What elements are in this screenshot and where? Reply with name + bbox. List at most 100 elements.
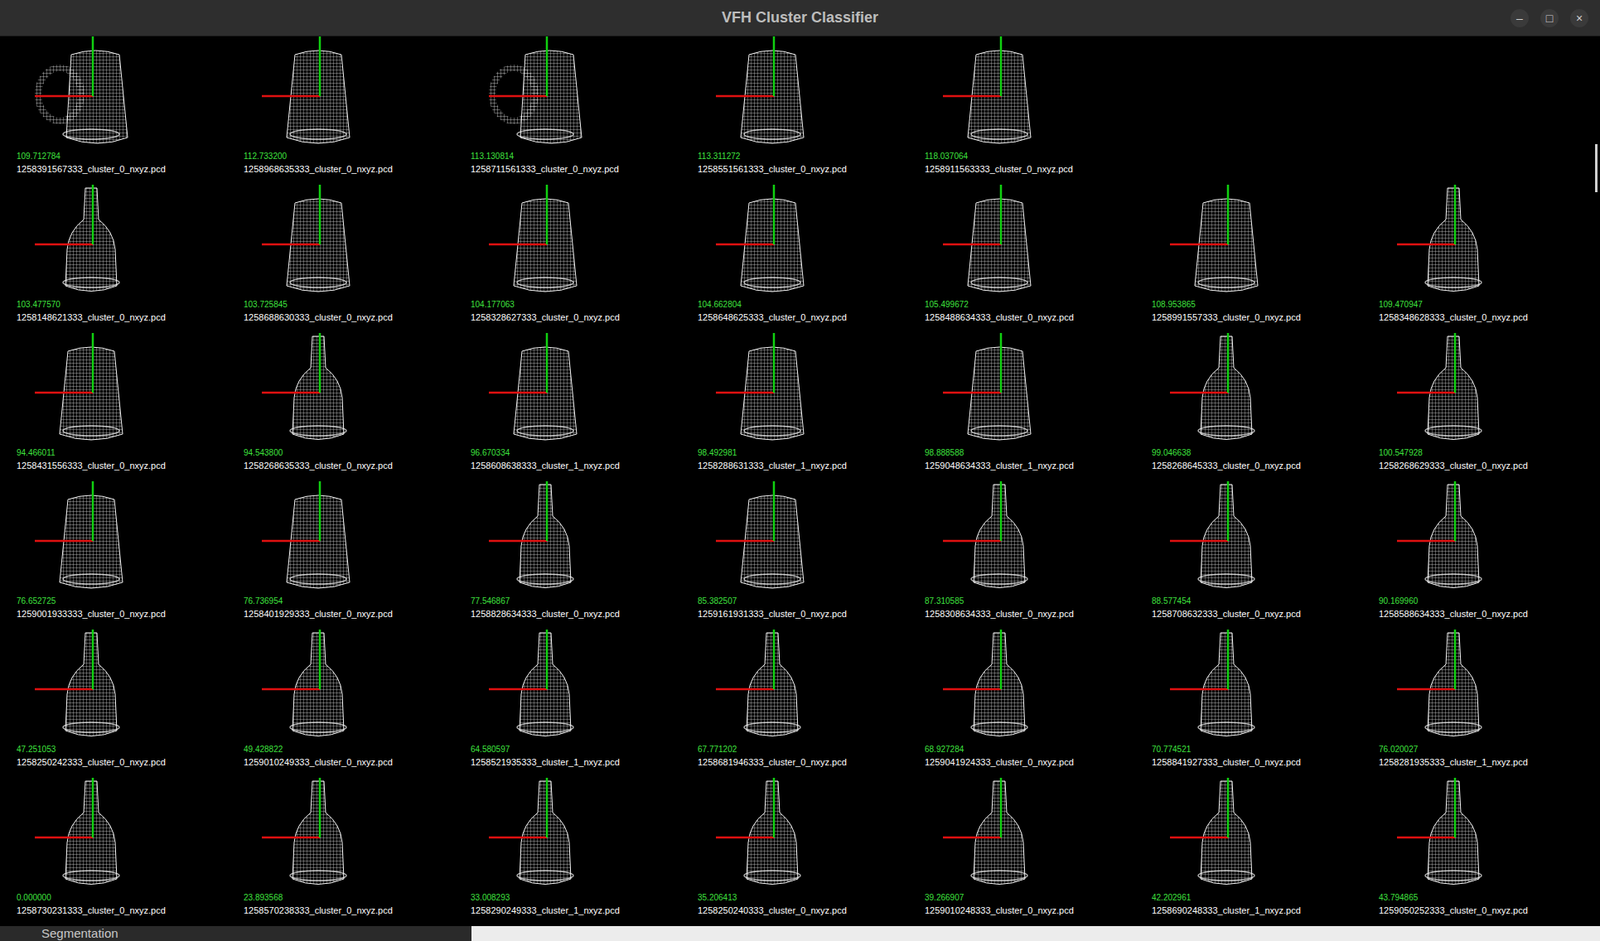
- cluster-cell[interactable]: 33.0082931258290249333_cluster_1_nxyz.pc…: [454, 778, 682, 927]
- cluster-cell[interactable]: 77.5468671258828634333_cluster_0_nxyz.pc…: [454, 481, 682, 630]
- scrollbar[interactable]: [1591, 36, 1600, 927]
- point-cloud-icon: [697, 778, 847, 893]
- cluster-score: 104.662804: [681, 299, 909, 311]
- point-cloud-icon: [16, 333, 166, 448]
- cluster-score: 105.499672: [908, 299, 1136, 311]
- cluster-file: 1259050252333_cluster_0_nxyz.pcd: [1362, 903, 1590, 918]
- cluster-cell[interactable]: 104.1770631258328627333_cluster_0_nxyz.p…: [454, 184, 682, 334]
- cluster-cell[interactable]: 67.7712021258681946333_cluster_0_nxyz.pc…: [681, 629, 909, 779]
- cluster-cell[interactable]: 98.8885881259048634333_cluster_1_nxyz.pc…: [908, 333, 1136, 482]
- app-window: VFH Cluster Classifier–□×109.71278412583…: [0, 0, 1600, 941]
- cluster-file: 1259041924333_cluster_0_nxyz.pcd: [908, 755, 1136, 769]
- cluster-cell[interactable]: 113.1308141258711561333_cluster_0_nxyz.p…: [454, 36, 682, 185]
- point-cloud-icon: [924, 629, 1074, 745]
- cluster-cell[interactable]: 100.5479281258268629333_cluster_0_nxyz.p…: [1362, 333, 1590, 482]
- cluster-cell[interactable]: 42.2029611258690248333_cluster_1_nxyz.pc…: [1135, 778, 1363, 927]
- cluster-score: 96.670334: [454, 447, 682, 460]
- cluster-cell[interactable]: 94.5438001258268635333_cluster_0_nxyz.pc…: [227, 333, 455, 482]
- cluster-file: 1258391567333_cluster_0_nxyz.pcd: [0, 162, 228, 176]
- cluster-file: 1259161931333_cluster_0_nxyz.pcd: [681, 607, 909, 621]
- point-cloud-icon: [243, 629, 393, 745]
- cluster-score: 70.774521: [1135, 744, 1363, 756]
- cluster-score: 98.888588: [908, 447, 1136, 460]
- point-cloud-icon: [1151, 629, 1301, 745]
- cluster-cell[interactable]: 35.2064131258250240333_cluster_0_nxyz.pc…: [681, 778, 909, 927]
- cluster-cell[interactable]: 76.6527251259001933333_cluster_0_nxyz.pc…: [0, 481, 228, 630]
- cluster-cell[interactable]: 105.4996721258488634333_cluster_0_nxyz.p…: [908, 184, 1136, 334]
- cluster-cell[interactable]: 49.4288221259010249333_cluster_0_nxyz.pc…: [227, 629, 455, 779]
- cluster-cell[interactable]: 0.0000001258730231333_cluster_0_nxyz.pcd: [0, 778, 228, 927]
- cluster-score: 76.020027: [1362, 744, 1590, 756]
- cluster-file: 1258688630333_cluster_0_nxyz.pcd: [227, 310, 455, 324]
- cluster-cell[interactable]: 113.3112721258551561333_cluster_0_nxyz.p…: [681, 36, 909, 185]
- cluster-score: 47.251053: [0, 744, 228, 756]
- point-cloud-icon: [470, 481, 620, 596]
- cluster-cell[interactable]: 87.3105851258308634333_cluster_0_nxyz.pc…: [908, 481, 1136, 630]
- point-cloud-icon: [16, 778, 166, 893]
- cluster-score: 90.169960: [1362, 595, 1590, 608]
- cluster-score: 64.580597: [454, 744, 682, 756]
- cluster-cell[interactable]: 98.4929811258288631333_cluster_1_nxyz.pc…: [681, 333, 909, 482]
- cluster-file: 1258288631333_cluster_1_nxyz.pcd: [681, 459, 909, 473]
- results-canvas: 109.7127841258391567333_cluster_0_nxyz.p…: [0, 36, 1600, 927]
- point-cloud-icon: [697, 36, 847, 151]
- cluster-file: 1258681946333_cluster_0_nxyz.pcd: [681, 755, 909, 769]
- point-cloud-icon: [1378, 333, 1528, 448]
- point-cloud-icon: [1151, 184, 1301, 300]
- cluster-score: 76.652725: [0, 595, 228, 608]
- point-cloud-icon: [697, 333, 847, 448]
- segmentation-tab[interactable]: Segmentation: [41, 926, 119, 941]
- cluster-cell[interactable]: 88.5774541258708632333_cluster_0_nxyz.pc…: [1135, 481, 1363, 630]
- cluster-cell[interactable]: 90.1699601258588634333_cluster_0_nxyz.pc…: [1362, 481, 1590, 630]
- point-cloud-icon: [1378, 778, 1528, 893]
- window-control-button[interactable]: ×: [1570, 9, 1589, 28]
- cluster-file: 1259048634333_cluster_1_nxyz.pcd: [908, 459, 1136, 473]
- cluster-cell[interactable]: 108.9538651258991557333_cluster_0_nxyz.p…: [1135, 184, 1363, 334]
- cluster-cell[interactable]: 99.0466381258268645333_cluster_0_nxyz.pc…: [1135, 333, 1363, 482]
- point-cloud-icon: [243, 333, 393, 448]
- cluster-file: 1258250240333_cluster_0_nxyz.pcd: [681, 903, 909, 918]
- cluster-cell[interactable]: 103.7258451258688630333_cluster_0_nxyz.p…: [227, 184, 455, 334]
- status-bar: Segmentation: [0, 926, 1600, 941]
- cluster-score: 35.206413: [681, 892, 909, 904]
- point-cloud-icon: [1151, 333, 1301, 448]
- cluster-cell[interactable]: 112.7332001258968635333_cluster_0_nxyz.p…: [227, 36, 455, 185]
- cluster-cell[interactable]: 39.2669071259010248333_cluster_0_nxyz.pc…: [908, 778, 1136, 927]
- cluster-cell[interactable]: 103.4775701258148621333_cluster_0_nxyz.p…: [0, 184, 228, 334]
- cluster-score: 98.492981: [681, 447, 909, 460]
- cluster-cell[interactable]: 94.4660111258431556333_cluster_0_nxyz.pc…: [0, 333, 228, 482]
- point-cloud-icon: [16, 36, 166, 151]
- point-cloud-icon: [697, 481, 847, 596]
- cluster-file: 1258521935333_cluster_1_nxyz.pcd: [454, 755, 682, 769]
- cluster-cell[interactable]: 23.8935681258570238333_cluster_0_nxyz.pc…: [227, 778, 455, 927]
- cluster-cell[interactable]: 104.6628041258648625333_cluster_0_nxyz.p…: [681, 184, 909, 334]
- cluster-score: 118.037064: [908, 150, 1136, 163]
- cluster-cell[interactable]: 64.5805971258521935333_cluster_1_nxyz.pc…: [454, 629, 682, 779]
- cluster-file: 1258290249333_cluster_1_nxyz.pcd: [454, 903, 682, 918]
- cluster-score: 94.466011: [0, 447, 228, 460]
- cluster-cell[interactable]: 85.3825071259161931333_cluster_0_nxyz.pc…: [681, 481, 909, 630]
- cluster-cell[interactable]: 76.0200271258281935333_cluster_1_nxyz.pc…: [1362, 629, 1590, 779]
- point-cloud-icon: [924, 184, 1074, 300]
- cluster-cell[interactable]: 109.7127841258391567333_cluster_0_nxyz.p…: [0, 36, 228, 185]
- cluster-cell[interactable]: 76.7369541258401929333_cluster_0_nxyz.pc…: [227, 481, 455, 630]
- cluster-cell[interactable]: 47.2510531258250242333_cluster_0_nxyz.pc…: [0, 629, 228, 779]
- cluster-score: 99.046638: [1135, 447, 1363, 460]
- cluster-file: 1258690248333_cluster_1_nxyz.pcd: [1135, 903, 1363, 918]
- cluster-file: 1258570238333_cluster_0_nxyz.pcd: [227, 903, 455, 918]
- cluster-cell[interactable]: 109.4709471258348628333_cluster_0_nxyz.p…: [1362, 184, 1590, 334]
- cluster-score: 112.733200: [227, 150, 455, 163]
- cluster-cell[interactable]: 68.9272841259041924333_cluster_0_nxyz.pc…: [908, 629, 1136, 779]
- title-bar: VFH Cluster Classifier–□×: [0, 0, 1600, 37]
- cluster-file: 1258911563333_cluster_0_nxyz.pcd: [908, 162, 1136, 176]
- cluster-cell[interactable]: 70.7745211258841927333_cluster_0_nxyz.pc…: [1135, 629, 1363, 779]
- cluster-cell[interactable]: 43.7948651259050252333_cluster_0_nxyz.pc…: [1362, 778, 1590, 927]
- window-control-button[interactable]: □: [1540, 9, 1559, 28]
- cluster-cell[interactable]: 96.6703341258608638333_cluster_1_nxyz.pc…: [454, 333, 682, 482]
- point-cloud-icon: [243, 184, 393, 300]
- window-control-button[interactable]: –: [1510, 9, 1529, 28]
- cluster-file: 1258588634333_cluster_0_nxyz.pcd: [1362, 607, 1590, 621]
- scrollbar-thumb[interactable]: [1595, 144, 1598, 193]
- cluster-file: 1258828634333_cluster_0_nxyz.pcd: [454, 607, 682, 621]
- cluster-cell[interactable]: 118.0370641258911563333_cluster_0_nxyz.p…: [908, 36, 1136, 185]
